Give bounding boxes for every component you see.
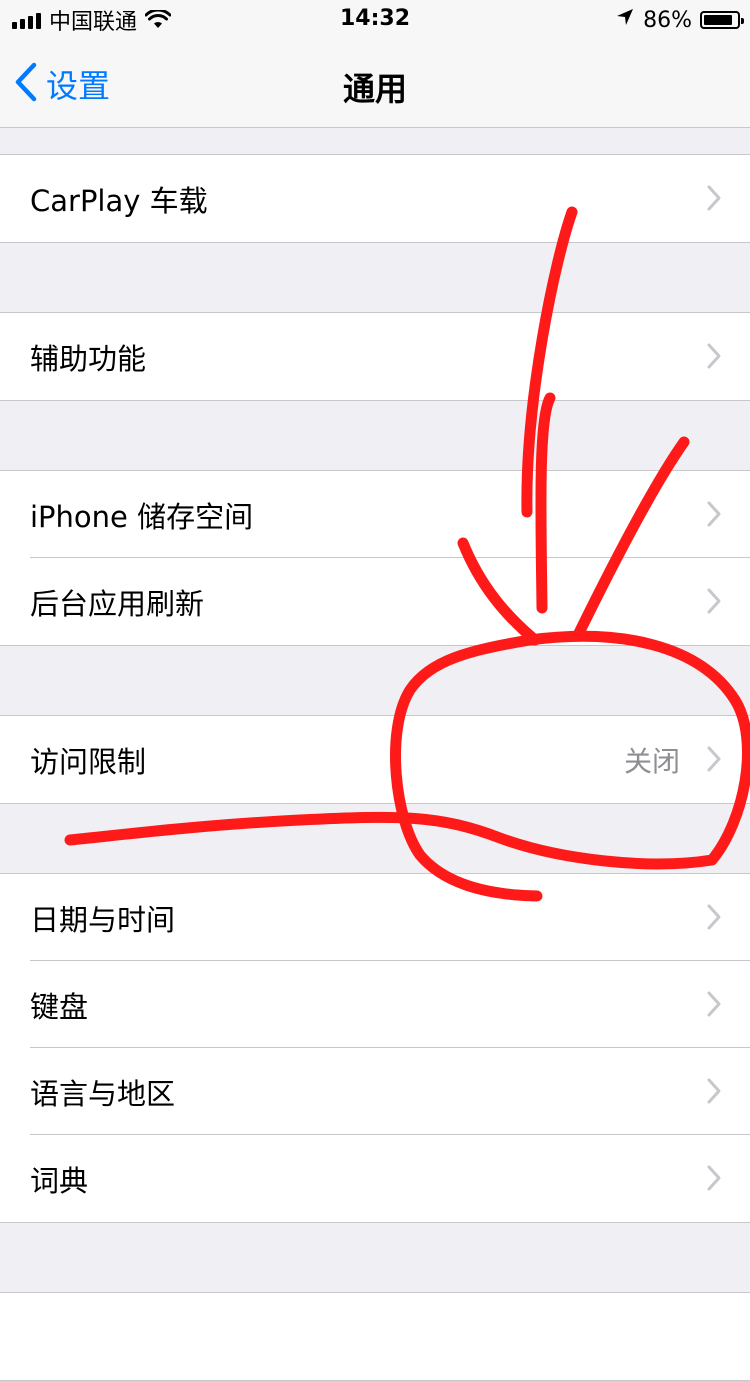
row-label: CarPlay 车载 [30, 183, 208, 218]
chevron-right-icon [706, 990, 722, 1022]
battery-icon [700, 11, 744, 29]
settings-group: iPhone 储存空间 后台应用刷新 [0, 470, 750, 646]
settings-group-partial [0, 1292, 750, 1381]
chevron-right-icon [706, 342, 722, 374]
keyboard-row[interactable]: 键盘 [0, 960, 750, 1048]
settings-list: CarPlay 车载 辅助功能 iPhone 储存空间 后台应用刷新 访问限制 … [0, 128, 750, 1381]
row-label: 键盘 [30, 989, 89, 1024]
settings-group: 访问限制 关闭 [0, 715, 750, 804]
settings-group: CarPlay 车载 [0, 154, 750, 243]
cut-off-row[interactable] [0, 1293, 750, 1380]
chevron-right-icon [706, 903, 722, 935]
chevron-right-icon [706, 184, 722, 216]
row-label: iPhone 储存空间 [30, 499, 254, 534]
navigation-bar: 设置 通用 [0, 40, 750, 128]
chevron-right-icon [706, 745, 722, 777]
chevron-right-icon [706, 1077, 722, 1109]
row-label: 日期与时间 [30, 902, 176, 937]
iphone-storage-row[interactable]: iPhone 储存空间 [0, 471, 750, 558]
carplay-row[interactable]: CarPlay 车载 [0, 155, 750, 242]
status-right: 86% [615, 6, 744, 34]
dictionary-row[interactable]: 词典 [0, 1134, 750, 1222]
status-bar: 中国联通 14:32 86% [0, 0, 750, 40]
background-refresh-row[interactable]: 后台应用刷新 [0, 557, 750, 645]
page-title: 通用 [342, 70, 407, 108]
row-label: 辅助功能 [30, 341, 147, 376]
restrictions-row[interactable]: 访问限制 关闭 [0, 716, 750, 803]
battery-fill [704, 15, 732, 25]
row-label: 访问限制 [30, 744, 147, 779]
row-value: 关闭 [623, 744, 680, 778]
location-arrow-icon [615, 7, 635, 33]
chevron-right-icon [706, 500, 722, 532]
chevron-right-icon [706, 1164, 722, 1196]
date-time-row[interactable]: 日期与时间 [0, 874, 750, 961]
language-region-row[interactable]: 语言与地区 [0, 1047, 750, 1135]
row-label: 语言与地区 [30, 1076, 176, 1111]
settings-group: 辅助功能 [0, 312, 750, 401]
battery-percent: 86% [643, 7, 692, 33]
settings-group: 日期与时间 键盘 语言与地区 词典 [0, 873, 750, 1223]
chevron-right-icon [706, 587, 722, 619]
row-label: 后台应用刷新 [30, 586, 205, 621]
row-label: 词典 [30, 1163, 89, 1198]
accessibility-row[interactable]: 辅助功能 [0, 313, 750, 400]
